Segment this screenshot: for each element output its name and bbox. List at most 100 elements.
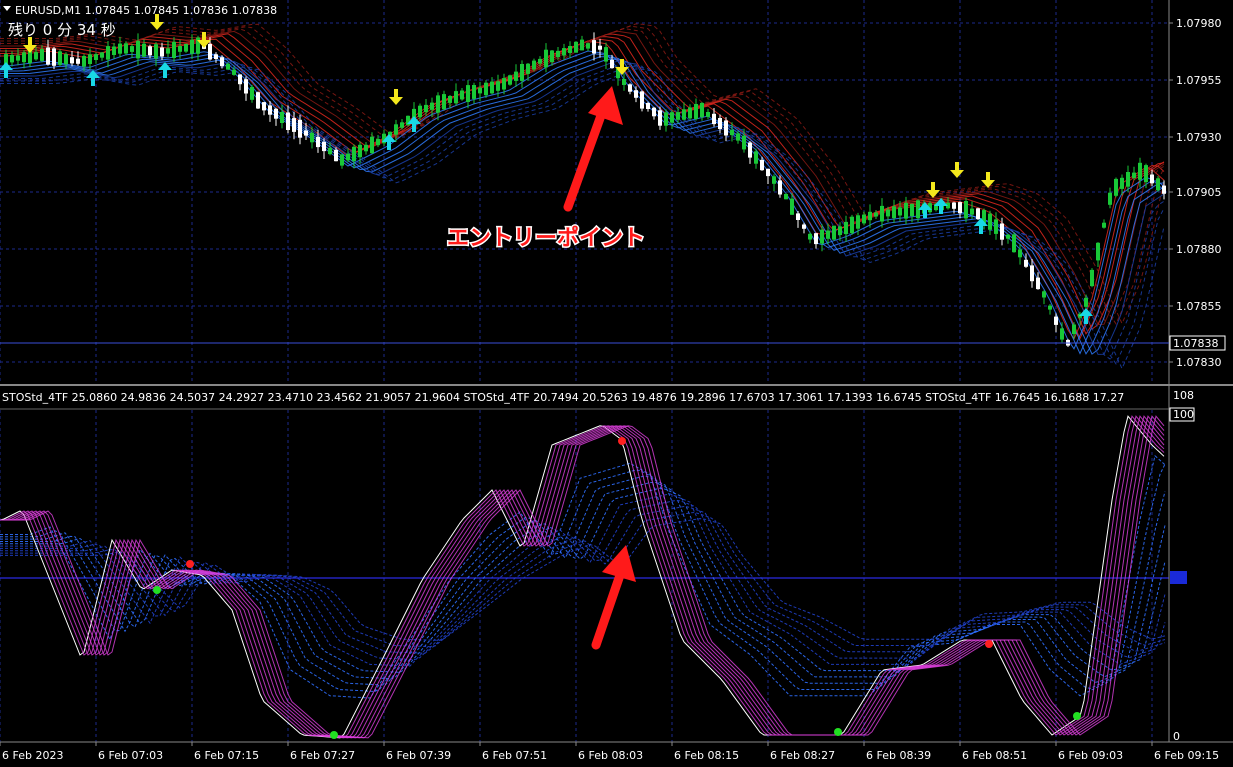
candle-body bbox=[178, 46, 182, 52]
candle-body bbox=[1048, 305, 1052, 310]
candle-body bbox=[892, 206, 896, 219]
candle-body bbox=[1102, 222, 1106, 228]
candle-body bbox=[994, 219, 998, 234]
candle-body bbox=[274, 108, 278, 119]
candle-body bbox=[1006, 234, 1010, 239]
candle-body bbox=[250, 86, 254, 100]
time-tick-label: 6 Feb 07:03 bbox=[98, 749, 163, 762]
candle-body bbox=[82, 56, 86, 67]
candle-body bbox=[268, 105, 272, 115]
symbol-info: EURUSD,M1 1.07845 1.07845 1.07836 1.0783… bbox=[15, 4, 277, 17]
candle-body bbox=[634, 90, 638, 98]
candle-body bbox=[364, 144, 368, 152]
candle-body bbox=[910, 203, 914, 217]
candle-body bbox=[64, 54, 68, 65]
candle-body bbox=[460, 90, 464, 100]
candle-body bbox=[838, 226, 842, 235]
candle-body bbox=[1096, 242, 1100, 261]
candle-body bbox=[94, 54, 98, 60]
signal-dot bbox=[186, 560, 194, 568]
candle-body bbox=[136, 40, 140, 59]
candle-body bbox=[778, 180, 782, 195]
candle-body bbox=[166, 48, 170, 54]
candle-body bbox=[898, 207, 902, 216]
candle-body bbox=[730, 129, 734, 136]
candle-body bbox=[130, 46, 134, 52]
candle-body bbox=[1030, 265, 1034, 282]
candle-body bbox=[592, 40, 596, 54]
candle-body bbox=[712, 113, 716, 125]
signal-dot bbox=[1073, 712, 1081, 720]
candle-body bbox=[1036, 277, 1040, 290]
candle-body bbox=[1090, 269, 1094, 287]
candle-body bbox=[976, 208, 980, 220]
time-tick-label: 6 Feb 08:27 bbox=[770, 749, 835, 762]
candle-body bbox=[868, 211, 872, 221]
candle-body bbox=[880, 205, 884, 222]
candle-body bbox=[1132, 172, 1136, 178]
current-price-label: 1.07838 bbox=[1173, 337, 1219, 350]
candle-body bbox=[58, 51, 62, 65]
candle-body bbox=[466, 85, 470, 102]
candle-body bbox=[802, 224, 806, 229]
candle-body bbox=[760, 159, 764, 171]
candle-body bbox=[328, 147, 332, 155]
candle-body bbox=[1012, 234, 1016, 253]
candle-body bbox=[514, 71, 518, 81]
candle-body bbox=[100, 52, 104, 58]
candle-body bbox=[1120, 177, 1124, 189]
candle-body bbox=[22, 52, 26, 63]
candle-body bbox=[256, 92, 260, 109]
candle-body bbox=[448, 96, 452, 103]
candle-body bbox=[418, 105, 422, 118]
candle-body bbox=[718, 118, 722, 129]
candle-body bbox=[52, 48, 56, 66]
candle-body bbox=[886, 209, 890, 217]
candle-body bbox=[76, 58, 80, 64]
candle-body bbox=[358, 144, 362, 158]
candle-body bbox=[754, 151, 758, 164]
candle-body bbox=[550, 50, 554, 63]
candle-body bbox=[670, 112, 674, 123]
candle-body bbox=[1114, 178, 1118, 196]
candle-body bbox=[952, 202, 956, 209]
indicator-header: STOStd_4TF 25.0860 24.9836 24.5037 24.29… bbox=[2, 391, 1124, 404]
candle-body bbox=[442, 94, 446, 110]
candle-body bbox=[118, 43, 122, 54]
signal-dot bbox=[330, 731, 338, 739]
candle-body bbox=[724, 120, 728, 136]
candle-body bbox=[454, 91, 458, 104]
candle-body bbox=[34, 52, 38, 60]
candle-body bbox=[478, 87, 482, 94]
candle-body bbox=[844, 221, 848, 235]
candle-body bbox=[472, 85, 476, 99]
candle-body bbox=[124, 43, 128, 54]
time-tick-label: 6 Feb 08:51 bbox=[962, 749, 1027, 762]
time-tick-label: 6 Feb 07:51 bbox=[482, 749, 547, 762]
price-tick-label: 1.07980 bbox=[1176, 17, 1222, 30]
candle-body bbox=[742, 135, 746, 150]
time-tick-label: 6 Feb 09:03 bbox=[1058, 749, 1123, 762]
candle-body bbox=[112, 46, 116, 55]
candle-body bbox=[244, 79, 248, 94]
candle-body bbox=[520, 64, 524, 81]
time-tick-label: 6 Feb 07:39 bbox=[386, 749, 451, 762]
candle-body bbox=[16, 55, 20, 61]
candle-body bbox=[280, 112, 284, 123]
candle-body bbox=[808, 233, 812, 240]
candle-body bbox=[544, 49, 548, 68]
candle-body bbox=[1054, 316, 1058, 325]
candle-body bbox=[688, 107, 692, 119]
time-tick-label: 6 Feb 08:03 bbox=[578, 749, 643, 762]
candle-body bbox=[298, 119, 302, 138]
time-tick-label: 6 Feb 07:27 bbox=[290, 749, 355, 762]
price-tick-label: 1.07955 bbox=[1176, 74, 1222, 87]
candle-body bbox=[334, 149, 338, 162]
candle-body bbox=[676, 112, 680, 120]
candle-body bbox=[532, 60, 536, 70]
candle-body bbox=[652, 107, 656, 117]
chart-canvas[interactable]: EURUSD,M1 1.07845 1.07845 1.07836 1.0783… bbox=[0, 0, 1233, 767]
candle-body bbox=[88, 54, 92, 64]
candle-body bbox=[556, 50, 560, 58]
time-tick-label: 6 Feb 08:39 bbox=[866, 749, 931, 762]
